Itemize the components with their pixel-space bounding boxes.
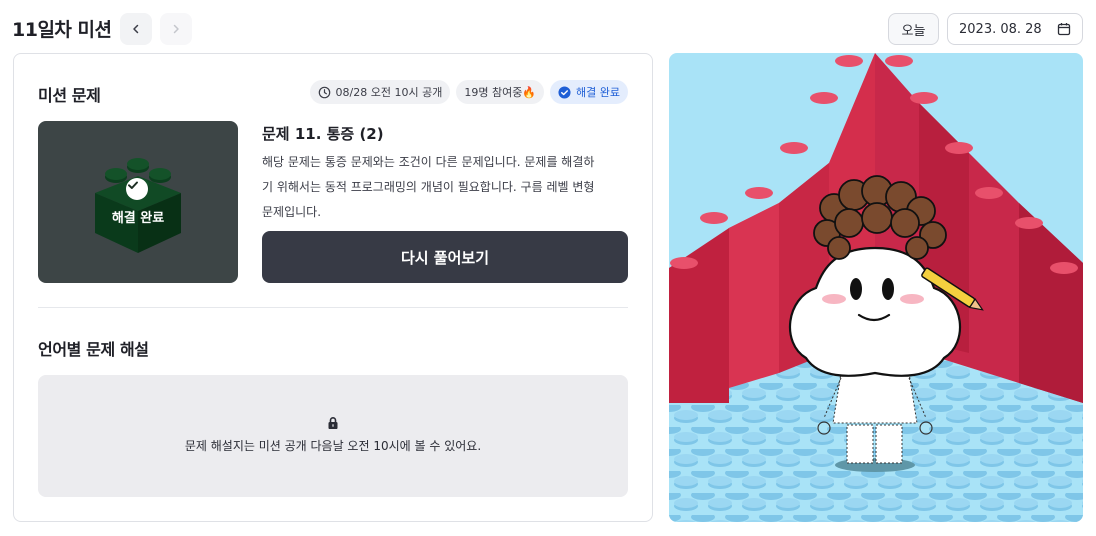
release-time-badge: 08/28 오전 10시 공개 — [309, 80, 451, 104]
problem-description-line: 기 위해서는 동적 프로그래밍의 개념이 필요합니다. 구름 레벨 변형 — [262, 180, 595, 194]
lock-icon — [328, 417, 338, 429]
mission-badges: 08/28 오전 10시 공개 19명 참여중🔥 해결 완료 — [309, 80, 628, 104]
chevron-right-icon — [173, 24, 179, 34]
check-circle-icon — [558, 85, 571, 99]
mission-section-title: 미션 문제 — [38, 86, 101, 105]
participants-badge: 19명 참여중🔥 — [456, 80, 545, 104]
mission-card: 미션 문제 08/28 오전 10시 공개 19명 참여중🔥 해결 완료 해결 … — [13, 53, 653, 522]
date-picker[interactable]: 2023. 08. 28 — [947, 13, 1083, 45]
today-button[interactable]: 오늘 — [888, 13, 939, 45]
solved-status-text: 해결 완료 — [576, 86, 620, 99]
problem-description-line: 문제입니다. — [262, 205, 322, 219]
lego-block-image — [95, 158, 181, 253]
explanations-section-title: 언어별 문제 해설 — [38, 340, 149, 359]
chevron-left-icon — [133, 24, 139, 34]
clock-icon — [318, 86, 330, 98]
section-divider — [38, 307, 628, 308]
problem-title: 문제 11. 통증 (2) — [262, 125, 384, 143]
retry-button[interactable]: 다시 풀어보기 — [262, 231, 628, 283]
locked-message: 문제 해설지는 미션 공개 다음날 오전 10시에 볼 수 있어요. — [184, 439, 482, 453]
problem-thumbnail[interactable]: 해결 완료 — [38, 121, 238, 283]
top-bar: 11일차 미션 오늘 2023. 08. 28 — [0, 0, 1096, 56]
calendar-icon[interactable] — [1057, 22, 1071, 36]
solved-status-badge: 해결 완료 — [550, 80, 628, 104]
problem-description: 해당 문제는 통증 문제와는 조건이 다른 문제입니다. 문제를 해결하 기 위… — [262, 150, 628, 225]
page-title: 11일차 미션 — [12, 19, 112, 41]
participants-text: 19명 참여중🔥 — [464, 86, 537, 99]
thumbnail-status-label: 해결 완료 — [111, 211, 165, 226]
mission-illustration — [669, 53, 1083, 522]
locked-explanations-panel: 문제 해설지는 미션 공개 다음날 오전 10시에 볼 수 있어요. — [38, 375, 628, 497]
prev-day-button[interactable] — [120, 13, 152, 45]
release-time-text: 08/28 오전 10시 공개 — [335, 86, 443, 99]
problem-description-line: 해당 문제는 통증 문제와는 조건이 다른 문제입니다. 문제를 해결하 — [262, 155, 595, 169]
date-value: 2023. 08. 28 — [959, 21, 1042, 37]
check-icon — [126, 178, 148, 200]
next-day-button[interactable] — [160, 13, 192, 45]
